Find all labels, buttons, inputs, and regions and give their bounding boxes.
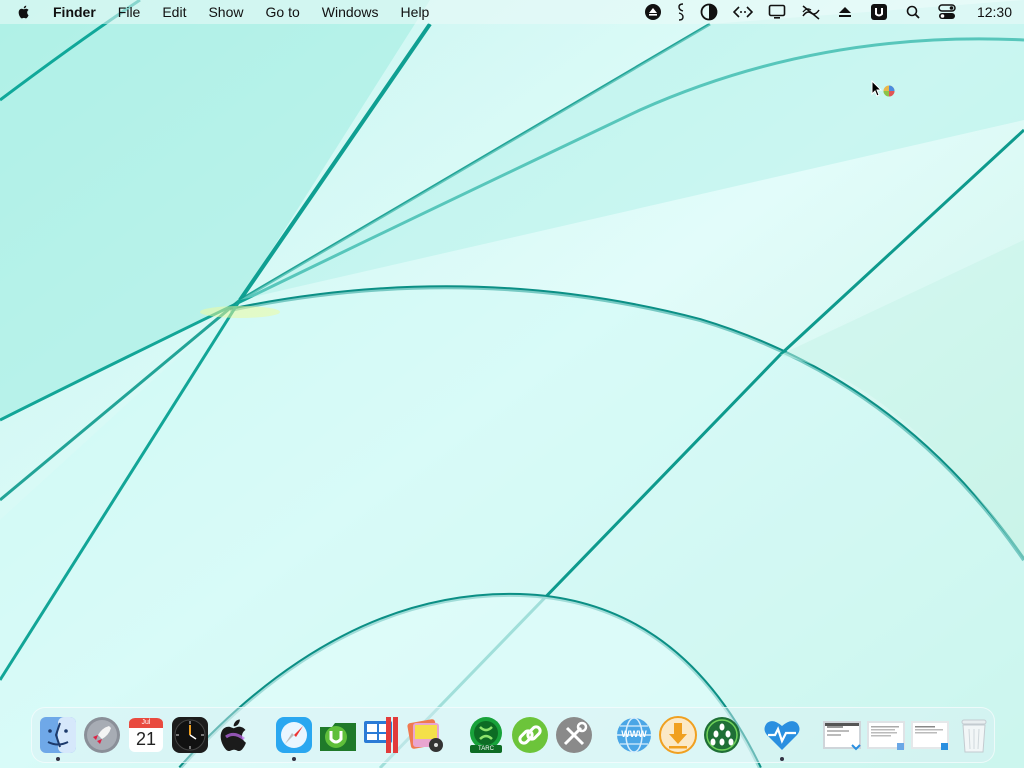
dock-trash[interactable]	[954, 715, 994, 755]
dock-web[interactable]: WWW	[614, 715, 654, 755]
apple-icon	[220, 719, 246, 752]
trash-icon	[961, 719, 987, 753]
dock-document-3[interactable]	[910, 715, 950, 755]
compass-icon	[276, 717, 312, 753]
running-indicator	[56, 757, 60, 761]
running-indicator	[780, 757, 784, 761]
document-thumbnail-icon	[823, 721, 861, 751]
document-thumbnail-icon	[867, 721, 905, 750]
dock-parallels[interactable]	[362, 715, 402, 755]
document-thumbnail-icon	[911, 721, 949, 750]
parallels-windows-icon	[364, 717, 398, 753]
dock-finder[interactable]	[38, 715, 78, 761]
menu-windows[interactable]: Windows	[311, 0, 390, 24]
eject-icon[interactable]	[835, 2, 855, 22]
heart-pulse-icon	[764, 721, 800, 750]
dock-clock[interactable]	[170, 715, 210, 755]
search-icon[interactable]	[903, 2, 923, 22]
dock-downloader[interactable]	[658, 715, 698, 755]
dock-calendar[interactable]: Jul 21	[126, 715, 166, 755]
menu-file[interactable]: File	[107, 0, 152, 24]
dock-document-1[interactable]	[822, 715, 862, 755]
menu-go-to[interactable]: Go to	[255, 0, 311, 24]
clock-icon	[172, 717, 208, 753]
dock-utorrent[interactable]	[318, 715, 358, 755]
control-center-icon[interactable]	[937, 2, 957, 22]
desktop-wallpaper	[0, 0, 1024, 768]
dock-document-2[interactable]	[866, 715, 906, 755]
menu-app-finder[interactable]: Finder	[42, 0, 107, 24]
dock-utilities[interactable]	[554, 715, 594, 755]
code-icon[interactable]	[732, 2, 753, 22]
cluster-dots-icon	[704, 717, 740, 753]
link-icon	[512, 717, 548, 753]
utorrent-icon	[320, 723, 356, 751]
dock-launchpad[interactable]	[82, 715, 122, 755]
dock-safari[interactable]	[274, 715, 314, 761]
contrast-icon[interactable]	[699, 2, 719, 22]
dock: Jul 21 TARC WWW	[31, 707, 995, 763]
archive-label: TARC	[478, 746, 494, 752]
calendar-day: 21	[135, 729, 157, 749]
tools-icon	[556, 717, 592, 753]
running-indicator	[292, 757, 296, 761]
menu-edit[interactable]: Edit	[151, 0, 197, 24]
menu-help[interactable]: Help	[390, 0, 441, 24]
dock-xtarchive[interactable]: TARC	[466, 715, 506, 755]
menu-bar: Finder File Edit Show Go to Windows Help	[0, 0, 1024, 24]
dock-apple[interactable]	[214, 715, 254, 755]
calendar-month: Jul	[141, 719, 151, 726]
script-icon[interactable]	[677, 2, 685, 22]
finder-icon	[40, 717, 76, 753]
menu-clock[interactable]: 12:30	[977, 4, 1012, 20]
photo-disc-icon	[407, 719, 443, 752]
mute-icon[interactable]	[801, 2, 821, 22]
dock-photos[interactable]	[406, 715, 446, 755]
apple-logo-icon[interactable]	[16, 4, 42, 20]
eject-circle-icon[interactable]	[643, 2, 663, 22]
display-icon[interactable]	[767, 2, 787, 22]
menu-show[interactable]: Show	[197, 0, 254, 24]
mouse-cursor-icon	[871, 80, 895, 97]
www-label: WWW	[621, 729, 647, 739]
rocket-icon	[84, 717, 120, 753]
download-arrow-icon	[659, 716, 697, 754]
dock-link[interactable]	[510, 715, 550, 755]
dock-cluster[interactable]	[702, 715, 742, 755]
dock-heart-monitor[interactable]	[762, 715, 802, 761]
u-badge-icon[interactable]	[869, 2, 889, 22]
